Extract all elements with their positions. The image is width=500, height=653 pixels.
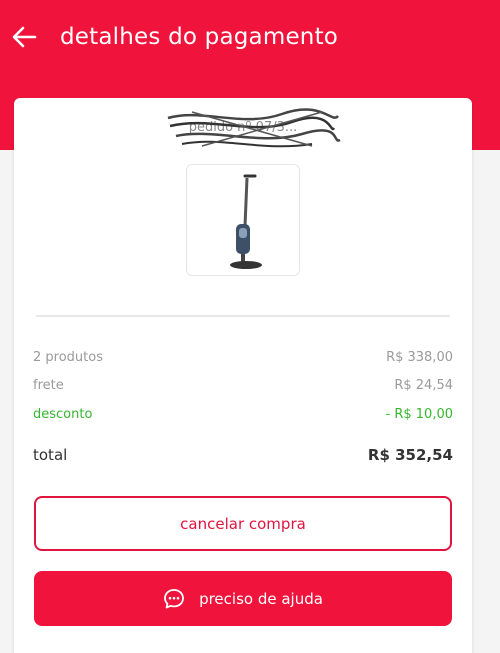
redaction-scribble	[167, 108, 341, 148]
products-label: 2 produtos	[33, 350, 103, 365]
shipping-value: R$ 24,54	[394, 378, 453, 393]
divider	[36, 315, 450, 317]
products-value: R$ 338,00	[386, 350, 453, 365]
app-header: detalhes do pagamento	[0, 0, 500, 74]
total-value: R$ 352,54	[367, 446, 453, 464]
discount-label: desconto	[33, 407, 93, 422]
arrow-left-icon	[12, 26, 37, 48]
total-label: total	[33, 446, 68, 464]
discount-row: desconto - R$ 10,00	[33, 407, 453, 422]
products-row: 2 produtos R$ 338,00	[33, 350, 453, 365]
product-thumbnail[interactable]	[186, 164, 300, 276]
shipping-label: frete	[33, 378, 64, 393]
chat-bubble-icon	[163, 588, 185, 610]
help-label: preciso de ajuda	[199, 589, 323, 608]
cancel-purchase-label: cancelar compra	[180, 514, 306, 533]
vacuum-cleaner-image	[230, 174, 262, 269]
total-row: total R$ 352,54	[33, 446, 453, 464]
discount-value: - R$ 10,00	[385, 407, 453, 422]
help-button[interactable]: preciso de ajuda	[34, 571, 452, 626]
page-title: detalhes do pagamento	[60, 24, 339, 50]
payment-details-card: pedido nº 07/3... 2 produtos R$ 338,00 f…	[14, 98, 472, 653]
back-button[interactable]	[4, 17, 44, 57]
shipping-row: frete R$ 24,54	[33, 378, 453, 393]
cancel-purchase-button[interactable]: cancelar compra	[34, 496, 452, 551]
